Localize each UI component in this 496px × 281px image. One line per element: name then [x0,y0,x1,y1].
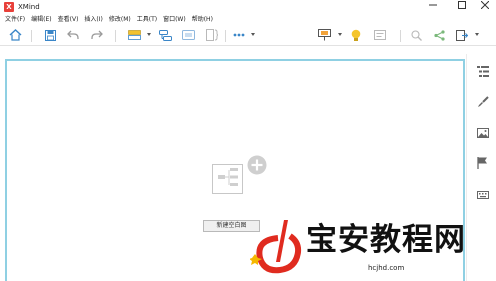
watermark-brand-text: 宝安教程网 [306,222,466,258]
watermark-logo-icon [250,220,302,274]
topic-style-button[interactable] [127,28,141,42]
menu-insert[interactable]: 插入(I) [84,14,102,25]
minimize-button[interactable] [422,0,444,14]
insert-topic-icon [181,30,195,40]
link-topic-button[interactable] [158,28,172,42]
image-button[interactable] [476,126,489,139]
undo-button[interactable] [66,28,80,42]
markers-button[interactable] [476,156,489,169]
export-dropdown-icon[interactable] [475,33,479,36]
export-button[interactable] [455,28,469,42]
menu-file[interactable]: 文件(F) [5,14,25,25]
menu-edit[interactable]: 编辑(E) [31,14,51,25]
more-button[interactable] [232,28,246,42]
maximize-button[interactable] [451,0,473,14]
outline-button[interactable] [476,65,489,78]
redo-button[interactable] [90,28,104,42]
toolbar [0,25,496,46]
undo-icon [67,30,79,39]
search-icon [410,29,422,41]
image-icon [476,127,489,138]
topic-style-icon [127,30,141,40]
mind-map-template-icon [212,155,267,194]
idea-button[interactable] [349,28,363,42]
new-map-template[interactable] [212,155,268,197]
more-icon [233,33,245,37]
menu-view[interactable]: 查看(V) [58,14,79,25]
topic-style-dropdown-icon[interactable] [147,33,151,36]
share-button[interactable] [432,28,446,42]
summary-button[interactable] [205,28,219,42]
redo-icon [91,30,103,39]
notes-icon [374,30,386,40]
save-button[interactable] [43,28,57,42]
more-dropdown-icon[interactable] [251,33,255,36]
export-icon [456,29,468,41]
menu-tools[interactable]: 工具(T) [137,14,157,25]
presentation-button[interactable] [317,28,331,42]
toolbar-separator [225,30,226,42]
idea-icon [351,29,361,41]
close-icon [480,0,490,10]
menu-bar: 文件(F) 编辑(E) 查看(V) 插入(I) 修改(M) 工具(T) 窗口(W… [0,14,496,25]
notes-button[interactable] [373,28,387,42]
xmind-logo-icon: X [4,2,14,12]
menu-modify[interactable]: 修改(M) [109,14,131,25]
keyboard-icon [476,190,489,199]
watermark: 宝安教程网 hcjhd.com [250,218,496,281]
watermark-url-text: hcjhd.com [368,264,405,272]
insert-topic-button[interactable] [181,28,195,42]
format-button[interactable] [476,95,489,108]
close-button[interactable] [474,0,496,14]
keyboard-button[interactable] [476,187,489,200]
toolbar-separator [400,30,401,42]
outline-icon [476,66,489,77]
title-bar: X XMind [0,0,496,14]
toolbar-separator [115,30,116,42]
format-brush-icon [477,95,489,107]
flag-icon [477,156,487,169]
presentation-icon [317,29,331,41]
toolbar-separator [31,30,32,42]
share-icon [433,29,445,41]
home-button[interactable] [8,28,22,42]
minimize-icon [429,4,437,6]
search-button[interactable] [409,28,423,42]
menu-window[interactable]: 窗口(W) [163,14,186,25]
maximize-icon [458,1,466,9]
presentation-dropdown-icon[interactable] [338,33,342,36]
save-icon [44,29,56,41]
home-icon [9,29,21,41]
link-topic-icon [158,29,172,41]
window-title: XMind [18,3,40,11]
summary-icon [206,29,218,41]
menu-help[interactable]: 帮助(H) [192,14,213,25]
